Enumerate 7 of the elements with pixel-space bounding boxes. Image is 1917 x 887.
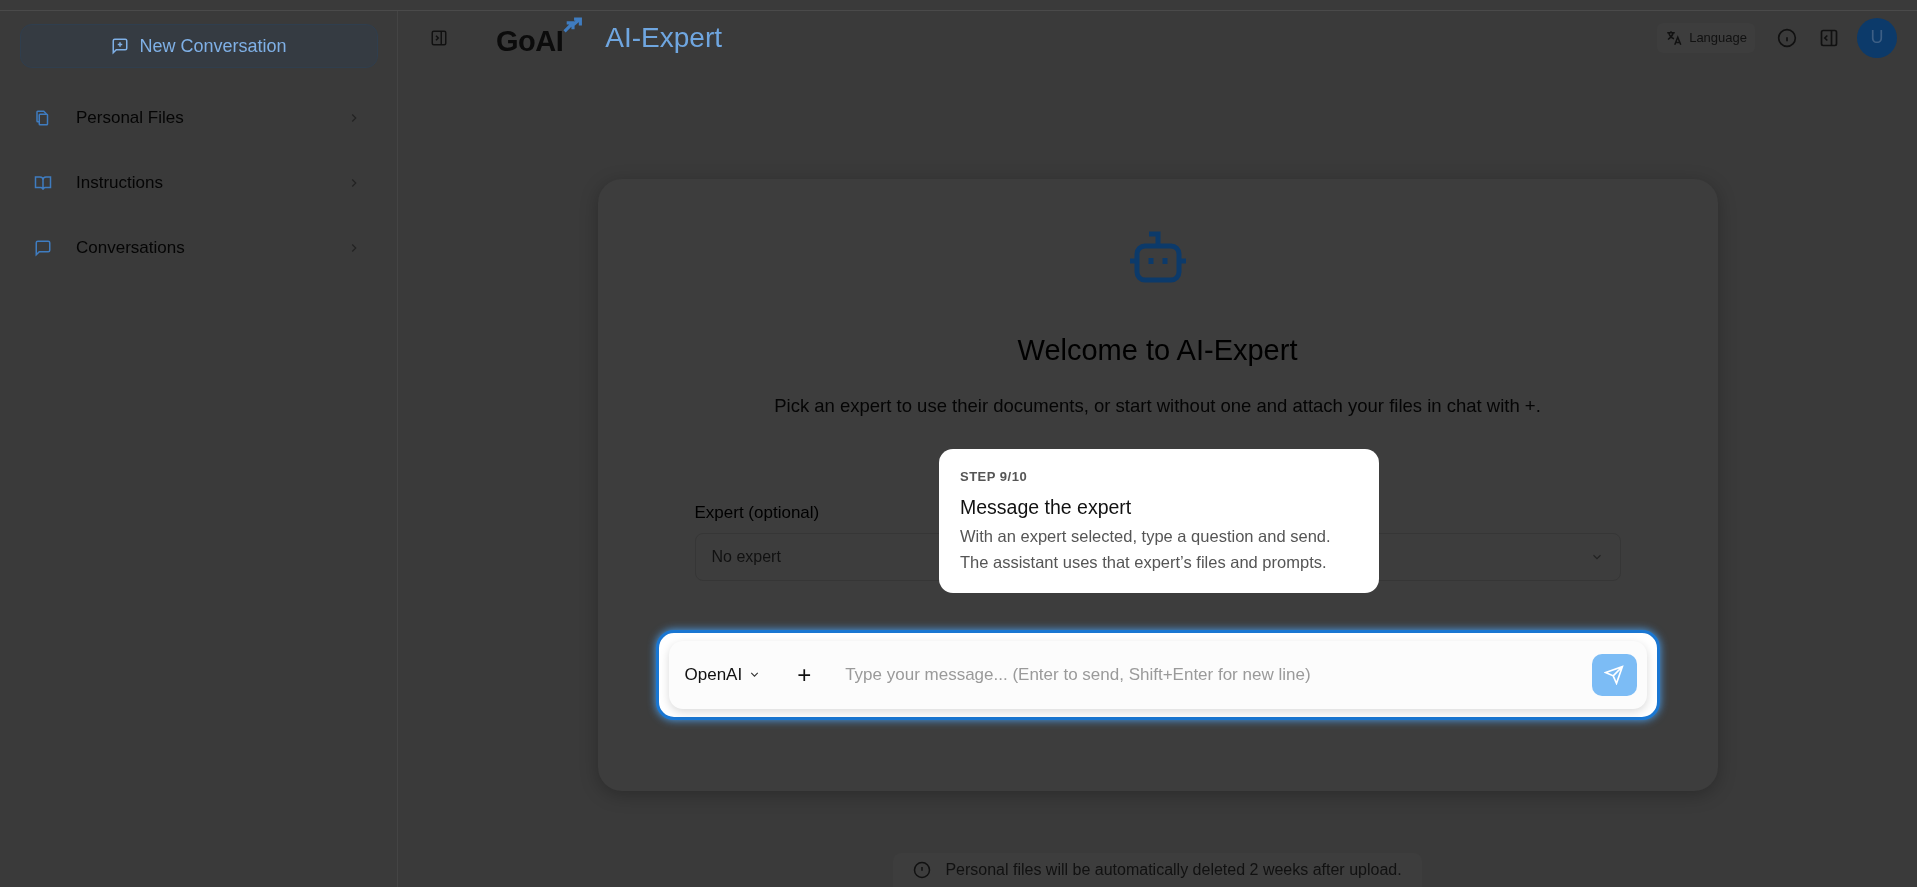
app-title: AI-Expert [605, 21, 722, 54]
step-counter: STEP 9/10 [960, 469, 1029, 484]
field-label: Expert (optional) [694, 502, 820, 523]
welcome-title: Welcome to AI-Expert [1017, 333, 1298, 367]
tooltip-text: With an expert selected, type a question and send. The assistant uses that expert’s files and prompts. [960, 526, 1332, 573]
welcome-subtitle: Pick an expert to use their documents, or start without one and attach your files in chat with +. [774, 394, 1541, 417]
tooltip-title: Message the expert [960, 496, 1133, 519]
